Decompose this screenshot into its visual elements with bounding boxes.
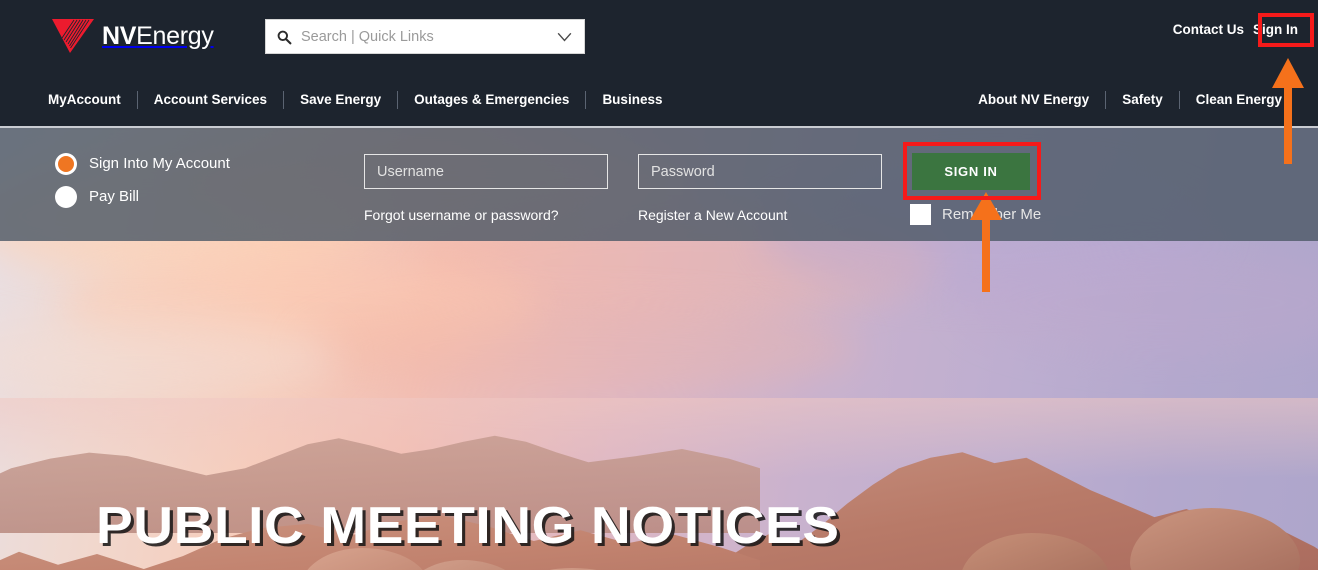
site-logo[interactable]: NVEnergy: [52, 16, 214, 56]
chevron-down-icon[interactable]: [555, 27, 574, 46]
remember-me-label: Remember Me: [942, 206, 1042, 223]
search-box[interactable]: Search | Quick Links: [265, 19, 585, 54]
nav-item-business[interactable]: Business: [586, 92, 678, 107]
nav-item-myaccount[interactable]: MyAccount: [48, 92, 137, 107]
logo-energy: Energy: [136, 21, 214, 50]
radio-pay-bill[interactable]: [55, 185, 77, 208]
nav-item-account-services[interactable]: Account Services: [138, 92, 283, 107]
sign-in-link[interactable]: Sign In: [1253, 22, 1298, 37]
contact-us-link[interactable]: Contact Us: [1173, 22, 1244, 37]
radio-sign-into-my-account[interactable]: [55, 152, 77, 175]
login-bar: Sign Into My Account Pay Bill Forgot use…: [0, 128, 1318, 241]
username-input[interactable]: [364, 154, 608, 189]
primary-nav-left: MyAccount Account Services Save Energy O…: [48, 72, 678, 127]
search-icon: [277, 30, 292, 44]
page-root: PUBLIC MEETING NOTICES NVEnergy Search |…: [0, 0, 1318, 570]
utility-nav: Contact Us Sign In: [1173, 22, 1298, 37]
page-title: PUBLIC MEETING NOTICES: [96, 497, 840, 555]
password-input[interactable]: [638, 154, 882, 189]
logo-wordmark: NVEnergy: [102, 21, 214, 50]
forgot-credentials-link[interactable]: Forgot username or password?: [364, 207, 559, 223]
login-mode-radio-group: Sign Into My Account Pay Bill: [55, 148, 230, 214]
nav-item-safety[interactable]: Safety: [1106, 92, 1179, 107]
main-navigation-bar: MyAccount Account Services Save Energy O…: [0, 72, 1318, 127]
remember-me-row[interactable]: Remember Me: [910, 204, 1041, 225]
register-account-link[interactable]: Register a New Account: [638, 207, 787, 223]
primary-nav-right: About NV Energy Safety Clean Energy: [962, 72, 1298, 127]
nav-item-clean-energy[interactable]: Clean Energy: [1180, 92, 1298, 107]
sign-in-button[interactable]: SIGN IN: [912, 153, 1030, 190]
remember-me-checkbox[interactable]: [910, 204, 931, 225]
radio-label-pay-bill: Pay Bill: [89, 188, 140, 205]
radio-label-sign-into-my-account: Sign Into My Account: [89, 155, 230, 172]
logo-nv: NV: [102, 21, 137, 50]
nav-bottom-rule: [0, 126, 1318, 128]
nv-energy-logo-icon: [52, 19, 94, 53]
radio-option-sign-into-my-account[interactable]: Sign Into My Account: [55, 148, 230, 179]
nav-item-outages-emergencies[interactable]: Outages & Emergencies: [398, 92, 585, 107]
radio-option-pay-bill[interactable]: Pay Bill: [55, 181, 230, 212]
nav-item-save-energy[interactable]: Save Energy: [284, 92, 397, 107]
sky-cloud: [300, 303, 860, 393]
search-placeholder: Search | Quick Links: [301, 28, 434, 45]
top-header-bar: NVEnergy Search | Quick Links Contact Us…: [0, 0, 1318, 72]
nav-item-about-nv-energy[interactable]: About NV Energy: [962, 92, 1105, 107]
